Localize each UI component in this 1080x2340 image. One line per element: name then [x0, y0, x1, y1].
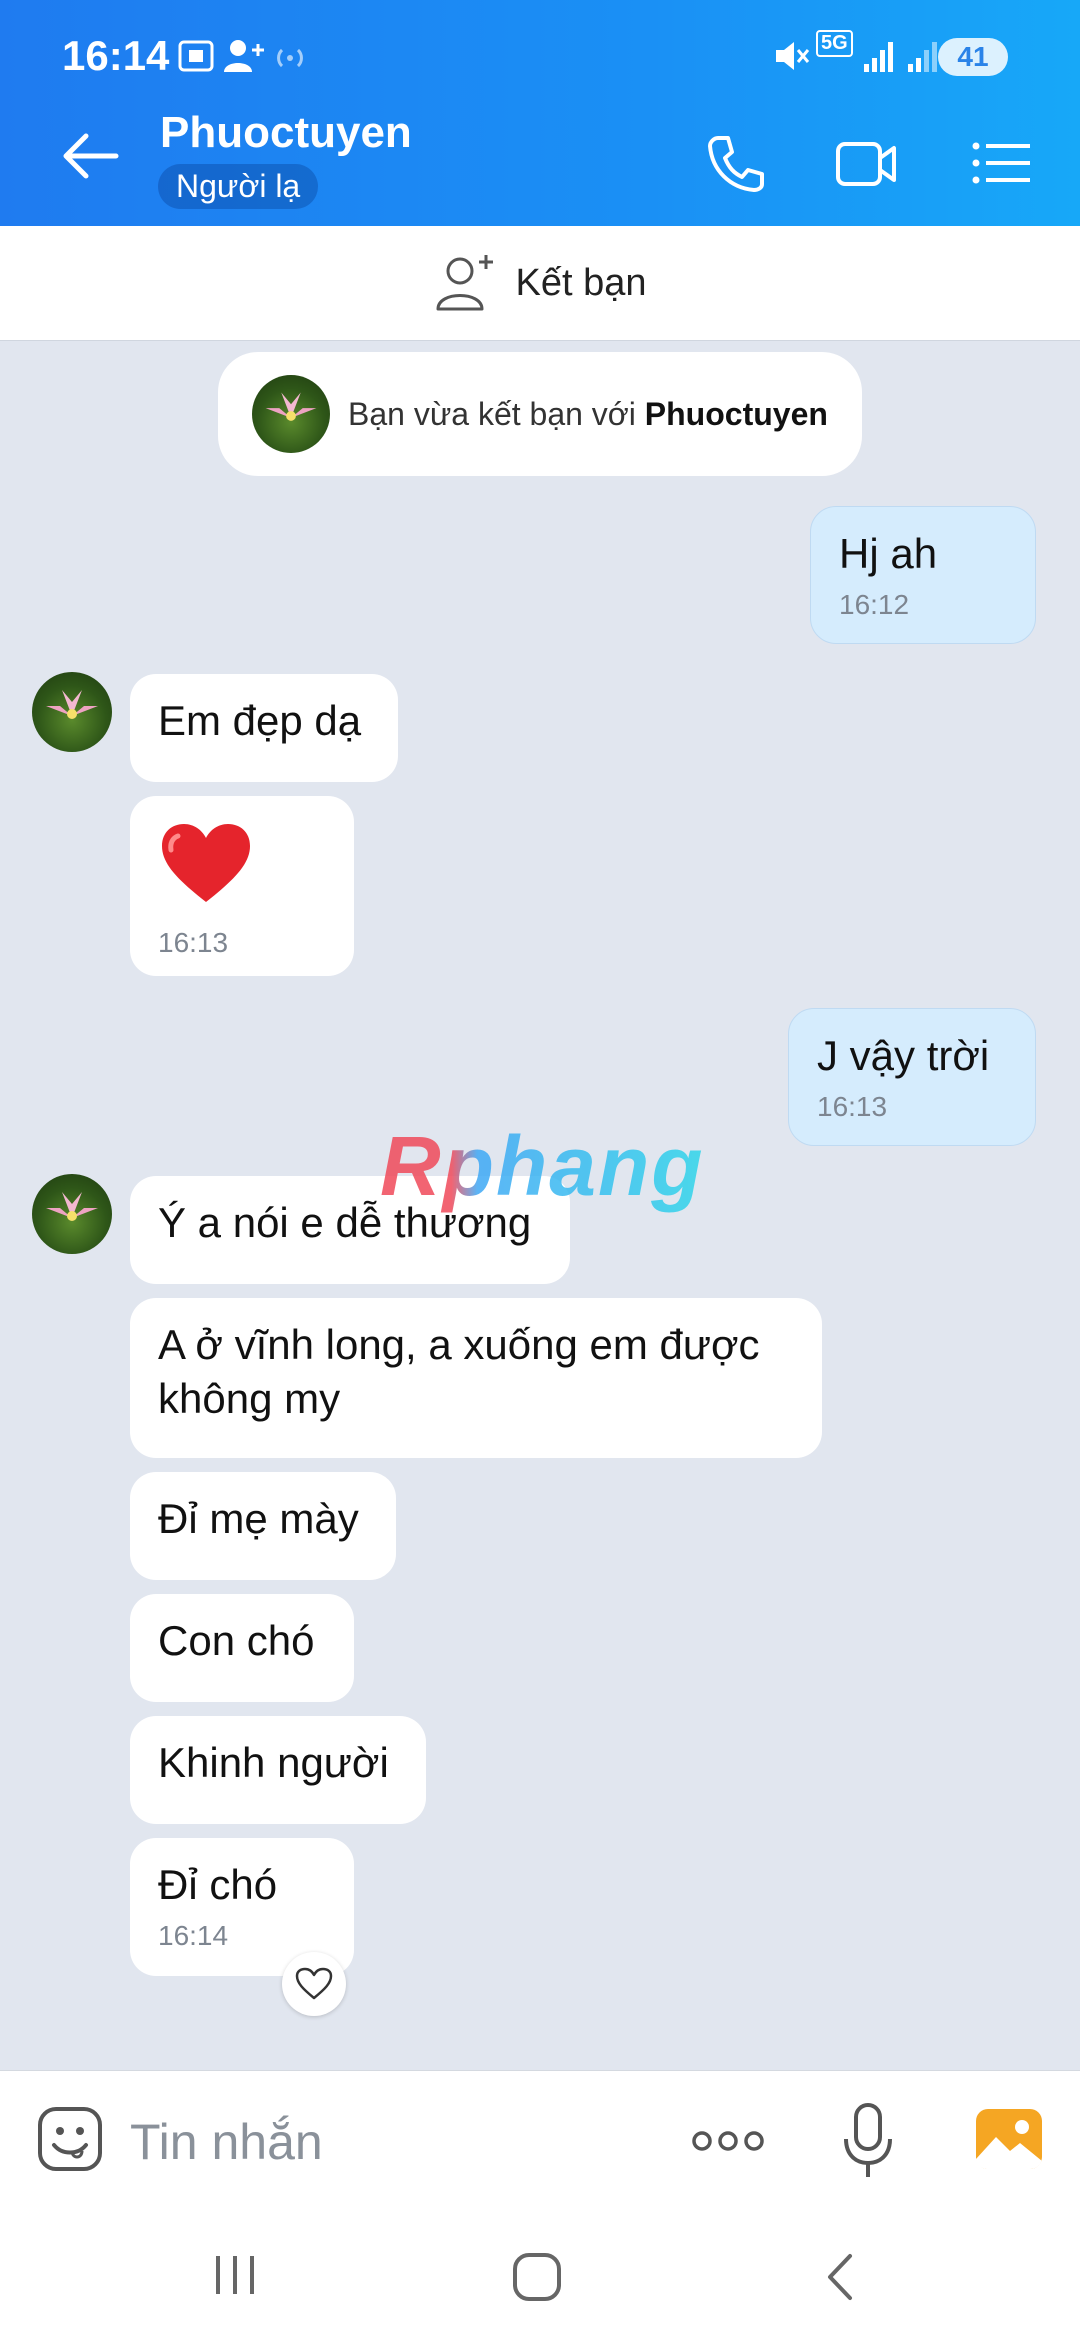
flower-avatar-icon	[265, 392, 317, 421]
message-time: 16:13	[158, 927, 229, 958]
message-time: 16:13	[817, 1091, 888, 1122]
hotspot-icon	[277, 48, 303, 68]
message-composer: Tin nhắn	[0, 2070, 1080, 2211]
add-friend-icon	[436, 255, 493, 311]
message-text: Đỉ mẹ mày	[158, 1495, 359, 1542]
message-time: 16:12	[839, 589, 910, 620]
message-bubble-received[interactable]: Đỉ mẹ mày	[130, 1472, 396, 1580]
react-heart-button[interactable]	[282, 1952, 346, 2016]
message-bubble-received[interactable]: Em đẹp dạ	[130, 674, 398, 782]
message-bubble-sent[interactable]: Hj ah 16:12	[810, 506, 1036, 644]
video-call-icon[interactable]	[832, 128, 902, 198]
status-bar: 16:14 5G 41	[0, 0, 1080, 110]
signal-icon	[864, 42, 893, 72]
sticker-emoji-icon[interactable]	[36, 2105, 104, 2173]
message-bubble-received[interactable]: Khinh người	[130, 1716, 426, 1824]
sender-avatar[interactable]	[32, 672, 112, 752]
message-text: Em đẹp dạ	[158, 697, 362, 744]
message-input[interactable]: Tin nhắn	[130, 2113, 323, 2171]
message-time: 16:14	[158, 1920, 229, 1951]
message-bubble-received[interactable]: Con chó	[130, 1594, 354, 1702]
mute-icon	[776, 42, 810, 70]
add-friend-button[interactable]: Kết bạn	[0, 226, 1080, 341]
sender-avatar[interactable]	[32, 1174, 112, 1254]
message-bubble-received[interactable]: A ở vĩnh long, a xuống em được không my	[130, 1298, 822, 1458]
friend-notice: Bạn vừa kết bạn với Phuoctuyen	[218, 352, 862, 476]
message-bubble-received[interactable]: ❤️ 16:13	[130, 796, 354, 976]
message-text: Khinh người	[158, 1739, 389, 1786]
battery-indicator: 41	[938, 38, 1008, 76]
message-text: Con chó	[158, 1617, 315, 1664]
message-text: Đỉ chó	[158, 1861, 278, 1908]
nav-back-icon[interactable]	[820, 2250, 860, 2304]
notice-text: Bạn vừa kết bạn với	[348, 395, 645, 432]
signal-icon-2	[908, 42, 937, 72]
menu-list-icon[interactable]	[966, 128, 1036, 198]
flower-avatar-icon	[46, 690, 98, 719]
more-options-icon[interactable]	[690, 2121, 766, 2161]
phone-call-icon[interactable]	[700, 128, 770, 198]
status-time: 16:14	[62, 32, 170, 79]
stranger-badge: Người lạ	[158, 164, 319, 209]
contact-name[interactable]: Phuoctuyen	[160, 108, 412, 158]
system-nav-bar	[0, 2210, 1080, 2340]
recent-apps-icon[interactable]	[210, 2250, 260, 2300]
app-header: 16:14 5G 41 Phuoctuyen Người lạ	[0, 0, 1080, 226]
gallery-image-icon[interactable]	[974, 2107, 1044, 2171]
heart-outline-icon	[295, 1967, 333, 2000]
add-friend-label: Kết bạn	[515, 261, 647, 304]
back-arrow-icon[interactable]	[56, 126, 126, 186]
home-icon[interactable]	[510, 2250, 564, 2304]
message-text: J vậy trời	[817, 1032, 990, 1079]
message-text: A ở vĩnh long, a xuống em được không my	[158, 1321, 760, 1422]
network-type: 5G	[816, 30, 853, 57]
message-text: Hj ah	[839, 530, 938, 577]
add-contact-icon	[224, 40, 264, 72]
screenshot-icon	[178, 40, 214, 72]
flower-avatar-icon	[46, 1192, 98, 1221]
contact-avatar	[252, 375, 330, 453]
message-bubble-sent[interactable]: J vậy trời 16:13	[788, 1008, 1036, 1146]
watermark-logo: Rphang	[380, 1119, 705, 1213]
notice-name: Phuoctuyen	[644, 395, 828, 432]
heart-emoji-icon	[162, 824, 250, 902]
microphone-icon[interactable]	[838, 2101, 898, 2181]
